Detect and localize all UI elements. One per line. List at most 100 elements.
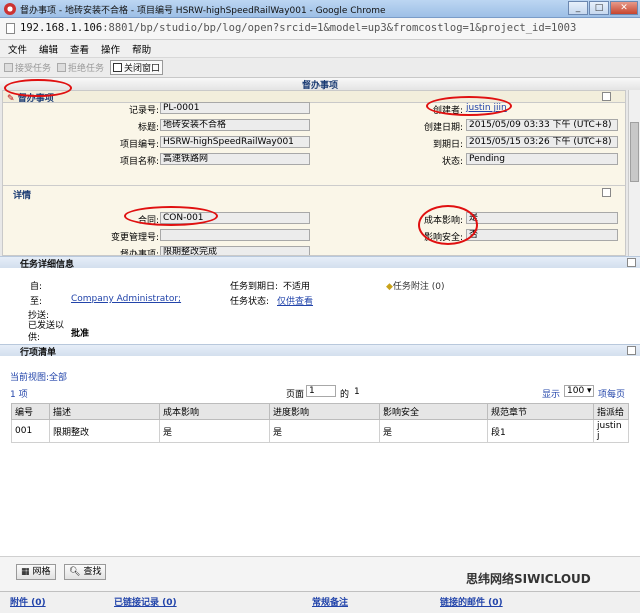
url-text[interactable]: 192.168.1.106:8801/bp/studio/bp/log/open… (20, 22, 576, 34)
grid-button[interactable]: ▦ 网格 (16, 564, 56, 580)
record-no-label: 记录号: (128, 106, 159, 116)
minimize-button[interactable]: _ (568, 1, 588, 15)
per-page-select[interactable]: 100 ▾ (564, 385, 594, 397)
supervise-label: 督办事项: (119, 250, 159, 256)
cell-assigned-to: justin j (593, 419, 629, 443)
task-due-label: 任务到期日: (230, 282, 279, 292)
supervise-field: 限期整改完成 (160, 246, 310, 255)
show-label: 显示 (542, 390, 561, 400)
col-number[interactable]: 编号 (11, 403, 50, 420)
cell-number: 001 (11, 419, 50, 443)
cell-spec-section: 段1 (487, 419, 594, 443)
cell-cost-impact: 是 (159, 419, 270, 443)
annotation-circle (426, 96, 512, 116)
project-no-field: HSRW-highSpeedRailWay001 (160, 136, 310, 148)
task-due-value: 不适用 (283, 282, 311, 292)
col-cost-impact[interactable]: 成本影响 (159, 403, 270, 420)
details-collapse-button[interactable] (602, 188, 611, 197)
menu-action[interactable]: 操作 (101, 42, 120, 56)
section-header: ✎ 督办事项 (3, 91, 625, 104)
menu-file[interactable]: 文件 (8, 42, 27, 56)
find-button[interactable]: 🔍︎ 查找 (64, 564, 107, 580)
change-no-field (160, 229, 310, 241)
status-bar: 附件 (0) 已链接记录 (0) 常规备注 链接的邮件 (0) (0, 591, 640, 613)
col-safety-impact[interactable]: 影响安全 (379, 403, 488, 420)
accept-icon (4, 63, 13, 72)
cell-description: 限期整改 (49, 419, 160, 443)
item-count: 1 项 (10, 390, 28, 400)
change-no-label: 变更管理号: (110, 233, 159, 243)
page-total: 1 (354, 387, 360, 397)
from-label: 自: (30, 282, 43, 292)
cell-schedule-impact: 是 (269, 419, 380, 443)
notes-link[interactable]: 常规备注 (312, 595, 348, 608)
cell-safety-impact: 是 (379, 419, 488, 443)
window-titlebar: 督办事项 - 地砖安装不合格 - 项目编号 HSRW-highSpeedRail… (0, 0, 640, 18)
page-icon (6, 23, 15, 34)
detail-panel: ✎ 督办事项 记录号: PL-0001 标题: 地砖安装不合格 项目编号: HS… (2, 90, 626, 256)
to-recipient-link[interactable]: Company Administrator; (71, 294, 181, 304)
status-label: 状态: (441, 157, 463, 167)
created-date-label: 创建日期: (423, 123, 463, 133)
due-date-field: 2015/05/15 03:26 下午 (UTC+8) (466, 136, 618, 148)
close-icon (113, 63, 123, 72)
status-field: Pending (466, 153, 618, 165)
task-state-link[interactable]: 仅供查看 (277, 294, 313, 307)
task-state-label: 任务状态: (230, 297, 270, 307)
sent-for-label: 已发送以供: (28, 321, 65, 343)
reject-task-button[interactable]: 拒绝任务 (57, 61, 104, 74)
page-title: 督办事项 (0, 78, 640, 91)
address-bar[interactable]: 192.168.1.106:8801/bp/studio/bp/log/open… (0, 18, 640, 40)
to-label: 至: (30, 297, 43, 307)
project-name-field: 高速铁路网 (160, 153, 310, 165)
of-label: 的 (340, 390, 350, 400)
page-label: 页面 (286, 390, 305, 400)
col-description[interactable]: 描述 (49, 403, 160, 420)
note-icon: ◆ (386, 282, 393, 292)
collapse-button[interactable] (602, 92, 611, 101)
task-note-link[interactable]: ◆任务附注 (0) (386, 279, 445, 292)
col-spec-section[interactable]: 规范章节 (487, 403, 594, 420)
window-title: 督办事项 - 地砖安装不合格 - 项目编号 HSRW-highSpeedRail… (20, 6, 386, 16)
page-input[interactable]: 1 (306, 385, 336, 397)
items-table: 编号 描述 成本影响 进度影响 影响安全 规范章节 指派给 001 限期整改 是… (11, 403, 629, 443)
vertical-scrollbar[interactable] (628, 90, 640, 256)
annotation-circle (124, 206, 218, 226)
accept-task-button[interactable]: 接受任务 (4, 61, 51, 74)
record-no-field: PL-0001 (160, 102, 310, 114)
subject-field: 地砖安装不合格 (160, 119, 310, 131)
close-window-button[interactable]: ✕ (610, 1, 638, 15)
project-no-label: 项目编号: (119, 140, 159, 150)
task-details-header: 任务详细信息 (0, 256, 640, 270)
col-schedule-impact[interactable]: 进度影响 (269, 403, 380, 420)
maximize-button[interactable]: □ (589, 1, 609, 15)
table-row[interactable]: 001 限期整改 是 是 是 段1 justin j (11, 419, 629, 443)
sent-for-value: 批准 (71, 329, 90, 339)
items-header: 行项清单 (0, 344, 640, 358)
watermark: 思纬网络SIWICLOUD (466, 572, 591, 586)
per-page-label: 项每页 (598, 390, 626, 400)
current-view[interactable]: 当前视图:全部 (10, 370, 67, 383)
project-name-label: 项目名称: (119, 157, 159, 167)
chrome-icon (4, 3, 16, 15)
search-icon: 🔍︎ (69, 567, 81, 577)
menu-help[interactable]: 帮助 (132, 42, 151, 56)
linked-records-link[interactable]: 已链接记录 (0) (114, 595, 177, 608)
toolbar: 接受任务 拒绝任务 关闭窗口 (0, 58, 640, 78)
col-assigned-to[interactable]: 指派给 (593, 403, 629, 420)
linked-mail-link[interactable]: 链接的邮件 (0) (440, 595, 503, 608)
menu-view[interactable]: 查看 (70, 42, 89, 56)
subject-label: 标题: (137, 123, 159, 133)
annotation-circle (418, 205, 478, 245)
attachments-link[interactable]: 附件 (0) (10, 595, 46, 608)
safety-impact-field: 否 (466, 229, 618, 241)
annotation-circle (4, 79, 72, 97)
close-page-button[interactable]: 关闭窗口 (110, 60, 164, 75)
created-date-field: 2015/05/09 03:33 下午 (UTC+8) (466, 119, 618, 131)
details-heading: 详情 (13, 191, 32, 201)
reject-icon (57, 63, 67, 72)
menu-edit[interactable]: 编辑 (39, 42, 58, 56)
menu-bar: 文件 编辑 查看 操作 帮助 (0, 40, 640, 58)
table-header-row: 编号 描述 成本影响 进度影响 影响安全 规范章节 指派给 (11, 403, 629, 420)
grid-icon: ▦ (21, 567, 30, 577)
